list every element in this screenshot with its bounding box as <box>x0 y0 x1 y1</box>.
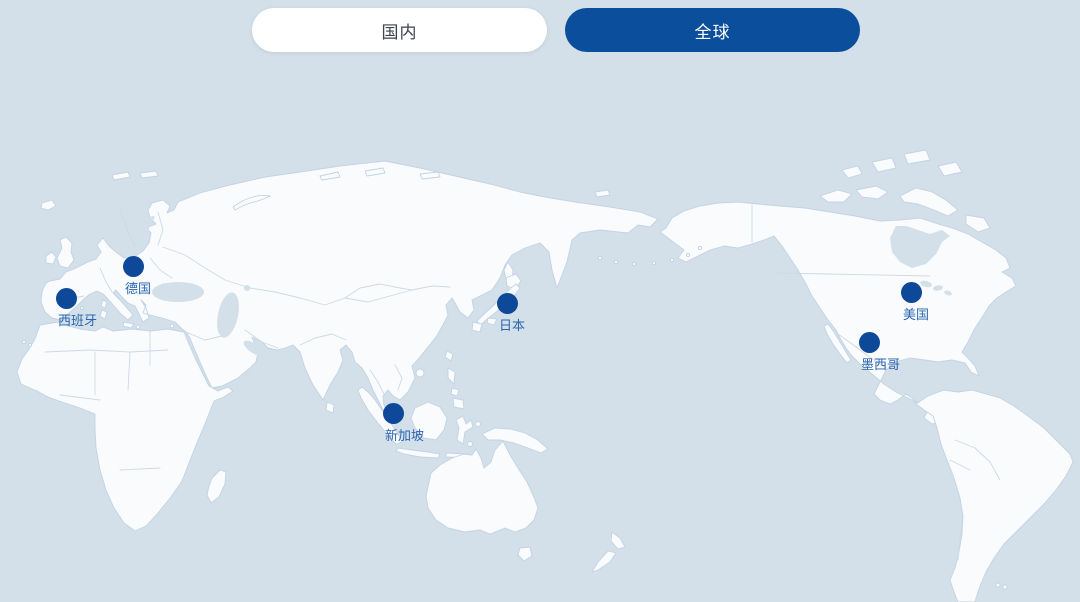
marker-layer: 西班牙 德国 新加坡 日本 墨西哥 美国 <box>0 0 1080 602</box>
location-label: 德国 <box>125 281 152 296</box>
location-label: 新加坡 <box>385 428 425 443</box>
location-label: 美国 <box>903 307 930 322</box>
location-label: 日本 <box>499 318 526 333</box>
location-dot-icon[interactable] <box>858 331 880 353</box>
location-dot-icon[interactable] <box>55 287 77 309</box>
location-dot-icon[interactable] <box>496 292 518 314</box>
toggle-domestic-button[interactable]: 国内 <box>252 8 547 52</box>
location-label: 墨西哥 <box>861 357 901 372</box>
toggle-domestic-label: 国内 <box>381 22 418 42</box>
location-dot-icon[interactable] <box>122 255 144 277</box>
location-dot-icon[interactable] <box>382 402 404 424</box>
toggle-global-label: 全球 <box>694 22 731 42</box>
toggle-global-button[interactable]: 全球 <box>565 8 860 52</box>
location-dot-icon[interactable] <box>900 281 922 303</box>
location-label: 西班牙 <box>58 313 98 328</box>
map-scope-toggle: 国内 全球 <box>252 8 860 52</box>
global-offices-map-section: 国内 全球 西班牙 德国 新加坡 日本 墨西哥 美国 <box>0 0 1080 602</box>
